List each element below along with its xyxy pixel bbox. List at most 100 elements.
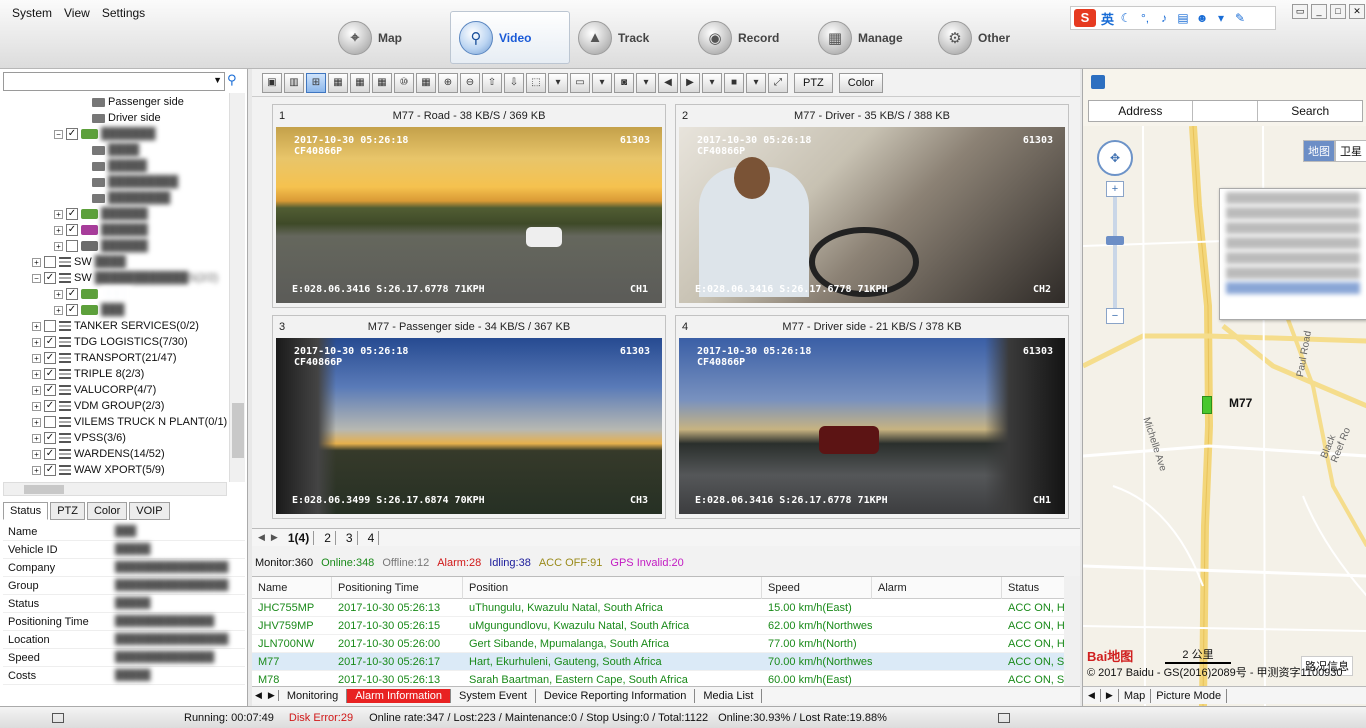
video-panel-1[interactable]: 1 M77 - Road - 38 KB/S / 369 KB 2017-10-3… xyxy=(272,104,666,308)
color-button[interactable]: Color xyxy=(838,72,884,93)
checkbox[interactable] xyxy=(44,256,56,268)
tab-map-view[interactable]: Map xyxy=(1119,688,1152,703)
checkbox[interactable]: ✓ xyxy=(44,384,56,396)
column-header[interactable]: Positioning Time xyxy=(332,577,463,599)
tab-picture-mode[interactable]: Picture Mode xyxy=(1151,688,1228,703)
table-row[interactable]: JHC755MP 2017-10-30 05:26:13 uThungulu, Kw… xyxy=(252,599,1080,617)
expand-icon[interactable]: + xyxy=(32,385,41,395)
chevron-right-icon[interactable]: ▶ xyxy=(265,690,279,701)
layout-9-icon[interactable]: ▦ xyxy=(372,72,392,93)
keyboard-icon[interactable]: ▤ xyxy=(1176,11,1190,25)
expand-icon[interactable]: + xyxy=(32,337,41,347)
pan-control-icon[interactable]: ✥ xyxy=(1097,140,1133,176)
tab-track[interactable]: ▲ Track xyxy=(570,11,690,64)
collapse-icon[interactable]: − xyxy=(54,129,63,139)
tab-voip[interactable]: VOIP xyxy=(129,502,170,520)
expand-icon[interactable]: + xyxy=(32,465,41,475)
tree-horizontal-scrollbar[interactable] xyxy=(3,482,227,496)
video-feed-driver[interactable]: 2017-10-30 05:26:18 CF40866P 61303 E:028.… xyxy=(679,127,1065,303)
expand-icon[interactable]: + xyxy=(32,449,41,459)
tree-item[interactable]: + ✓ TDG LOGISTICS(7/30) xyxy=(32,334,188,350)
expand-icon[interactable]: + xyxy=(32,433,41,443)
tab-record[interactable]: ◉ Record xyxy=(690,11,810,64)
window-mode-icon[interactable]: ▭ xyxy=(570,72,590,93)
scroll-thumb[interactable] xyxy=(24,485,64,494)
chevron-left-icon[interactable]: ◀ xyxy=(258,532,265,543)
expand-icon[interactable]: + xyxy=(32,353,41,363)
vehicle-info-window[interactable] xyxy=(1219,188,1366,320)
expand-icon[interactable]: + xyxy=(54,209,63,219)
expand-icon[interactable]: + xyxy=(32,257,41,267)
vehicle-marker-icon[interactable] xyxy=(1202,396,1212,414)
checkbox[interactable]: ✓ xyxy=(44,448,56,460)
layout-2-icon[interactable]: ▥ xyxy=(284,72,304,93)
tree-item[interactable]: Driver side xyxy=(92,110,161,126)
tree-item[interactable]: + ✓ ██████ xyxy=(54,206,148,222)
zoom-slider-knob[interactable] xyxy=(1106,236,1124,245)
tree-item[interactable]: + ██████ xyxy=(54,238,148,254)
checkbox[interactable]: ✓ xyxy=(44,464,56,476)
tree-item[interactable]: + ✓ VPSS(3/6) xyxy=(32,430,126,446)
vehicle-search-input[interactable]: ▼ xyxy=(3,72,225,91)
sound-icon[interactable]: ◀ xyxy=(658,72,678,93)
moon-icon[interactable]: ☾ xyxy=(1119,11,1133,25)
map-search-button[interactable]: Search xyxy=(1258,101,1362,121)
tree-item[interactable]: ████ xyxy=(92,142,139,158)
layout-8-icon[interactable]: ▦ xyxy=(350,72,370,93)
tree-item[interactable]: − ✓ SW ████████████S(2/2) xyxy=(32,270,218,286)
page-tab[interactable]: 2 xyxy=(320,530,336,545)
tab-alarm-information[interactable]: Alarm Information xyxy=(347,688,452,703)
checkbox[interactable]: ✓ xyxy=(44,400,56,412)
tree-item[interactable]: + TANKER SERVICES(0/2) xyxy=(32,318,199,334)
video-feed-road[interactable]: 2017-10-30 05:26:18 CF40866P 61303 E:028.… xyxy=(276,127,662,303)
expand-icon[interactable]: + xyxy=(54,289,63,299)
wrench-icon[interactable]: ✎ xyxy=(1233,11,1247,25)
status-disk-error[interactable]: Disk Error:29 xyxy=(289,712,353,724)
tree-item[interactable]: ████████ xyxy=(92,190,170,206)
checkbox[interactable] xyxy=(66,240,78,252)
video-feed-passenger-side[interactable]: 2017-10-30 05:26:18 CF40866P 61303 E:028.… xyxy=(276,338,662,514)
microphone-icon[interactable]: ♪ xyxy=(1157,11,1171,25)
tree-item[interactable]: █████████ xyxy=(92,174,178,190)
layout-1-icon[interactable]: ▣ xyxy=(262,72,282,93)
stat-gps-invalid[interactable]: GPS Invalid:20 xyxy=(610,557,683,569)
column-header[interactable]: Alarm xyxy=(872,577,1002,599)
checkbox[interactable] xyxy=(44,320,56,332)
table-row[interactable]: JLN700NW 2017-10-30 05:26:00 Gert Sibande,… xyxy=(252,635,1080,653)
chevron-down-icon[interactable]: ▾ xyxy=(592,72,612,93)
map-type-map[interactable]: 地图 xyxy=(1303,140,1335,162)
address-input[interactable] xyxy=(1193,101,1259,121)
menu-settings[interactable]: Settings xyxy=(96,4,151,22)
info-links[interactable] xyxy=(1226,282,1360,294)
next-page-icon[interactable]: ⇩ xyxy=(504,72,524,93)
tab-map[interactable]: ⌖ Map xyxy=(330,11,450,64)
tree-item[interactable]: + ✓ WAW XPORT(5/9) xyxy=(32,462,165,478)
tree-item[interactable]: + ✓ TRANSPORT(21/47) xyxy=(32,350,177,366)
collapse-left-icon[interactable] xyxy=(52,712,64,723)
collapse-right-icon[interactable] xyxy=(997,712,1010,723)
map-type-satellite[interactable]: 卫星 xyxy=(1335,140,1366,162)
zoom-in-icon[interactable]: ⊕ xyxy=(438,72,458,93)
checkbox[interactable]: ✓ xyxy=(44,272,56,284)
table-row[interactable]: M78 2017-10-30 05:26:13 Sarah Baartman, Ea… xyxy=(252,671,1080,686)
table-vertical-scrollbar[interactable] xyxy=(1064,576,1080,686)
ime-language[interactable]: 英 xyxy=(1101,9,1114,28)
page-tab[interactable]: 1(4) xyxy=(284,530,315,545)
tab-status[interactable]: Status xyxy=(3,502,49,520)
chevron-right-icon[interactable]: ▶ xyxy=(271,532,278,543)
tree-item[interactable]: + ✓ ██████ xyxy=(54,222,148,238)
chevron-left-icon[interactable]: ◀ xyxy=(1083,689,1101,702)
tab-color[interactable]: Color xyxy=(86,502,128,520)
zoom-in-icon[interactable]: + xyxy=(1106,181,1124,197)
close-icon[interactable]: ✕ xyxy=(1349,4,1365,19)
checkbox[interactable]: ✓ xyxy=(44,368,56,380)
tab-system-event[interactable]: System Event xyxy=(451,688,536,703)
tree-item[interactable]: − ✓ ███████ xyxy=(54,126,156,142)
fullscreen-icon[interactable]: ⤢ xyxy=(768,72,788,93)
baidu-map[interactable]: 地图 卫星 ✥ + − M77 Michelle Ave Black Reef … xyxy=(1083,126,1366,706)
zoom-out-icon[interactable]: ⊖ xyxy=(460,72,480,93)
stat-acc-off[interactable]: ACC OFF:91 xyxy=(539,557,603,569)
checkbox[interactable]: ✓ xyxy=(66,304,78,316)
layout-4-icon[interactable]: ⊞ xyxy=(306,72,326,93)
chevron-down-icon[interactable]: ▾ xyxy=(548,72,568,93)
